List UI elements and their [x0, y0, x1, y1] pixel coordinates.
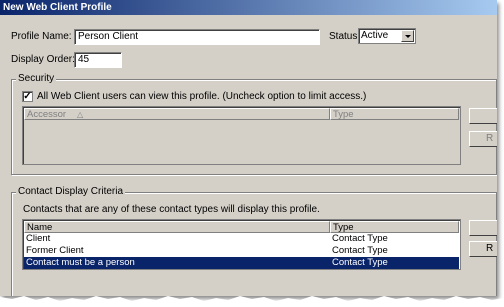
chevron-down-icon[interactable]: [401, 30, 414, 42]
sort-up-icon: △: [77, 110, 84, 119]
status-label: Status:: [329, 31, 361, 42]
contact-type-list[interactable]: Name Type Client Contact Type Former Clien…: [22, 219, 461, 270]
name-column-header[interactable]: Name: [24, 221, 330, 233]
accessor-list[interactable]: Accessor △ Type: [22, 106, 461, 165]
display-order-label: Display Order:: [11, 54, 75, 65]
dialog-window: New Web Client Profile Profile Name: Per…: [0, 0, 497, 296]
security-add-button[interactable]: [469, 108, 497, 124]
contact-remove-button[interactable]: R: [469, 241, 497, 257]
status-value: Active: [361, 30, 389, 41]
table-row[interactable]: Client Contact Type: [24, 233, 459, 245]
view-all-checkbox-label: All Web Client users can view this profi…: [37, 91, 367, 102]
profile-name-input[interactable]: Person Client: [74, 29, 320, 45]
table-row[interactable]: Contact must be a person Contact Type: [24, 257, 459, 269]
profile-name-label: Profile Name:: [11, 31, 72, 42]
display-order-input[interactable]: 45: [74, 52, 122, 68]
contact-type-column-header[interactable]: Type: [330, 221, 459, 233]
row-type: Contact Type: [332, 245, 388, 256]
row-type: Contact Type: [332, 233, 388, 244]
view-all-checkbox[interactable]: ✓: [22, 91, 33, 102]
security-remove-button[interactable]: R: [469, 131, 497, 147]
contact-criteria-description: Contacts that are any of these contact t…: [23, 204, 320, 215]
contact-criteria-title: Contact Display Criteria: [16, 186, 126, 197]
contact-add-button[interactable]: [469, 220, 497, 236]
window-title: New Web Client Profile: [0, 0, 497, 15]
accessor-column-header[interactable]: Accessor △: [24, 108, 330, 120]
row-name: Contact must be a person: [26, 257, 135, 268]
security-group-title: Security: [16, 73, 57, 84]
row-name: Former Client: [26, 245, 84, 256]
torn-edge: [0, 296, 504, 307]
row-type: Contact Type: [332, 257, 388, 268]
type-column-header[interactable]: Type: [330, 108, 459, 120]
table-row[interactable]: Former Client Contact Type: [24, 245, 459, 257]
status-select[interactable]: Active: [358, 28, 416, 44]
row-name: Client: [26, 233, 51, 244]
